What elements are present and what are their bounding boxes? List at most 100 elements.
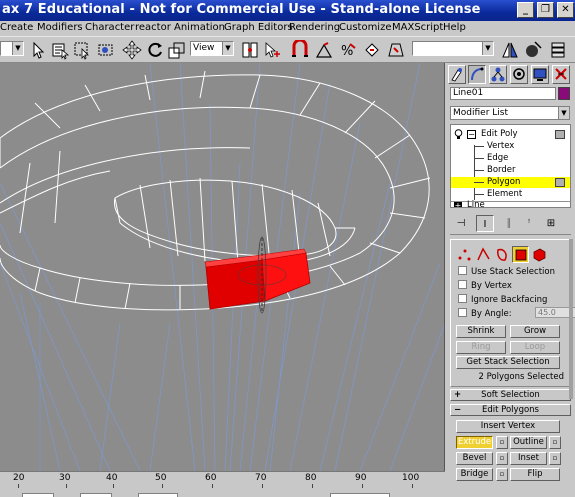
- rectangular-selection-icon[interactable]: [72, 40, 92, 60]
- stack-item-edit-poly[interactable]: − Edit Poly: [451, 129, 570, 140]
- panel-scrollbar[interactable]: [569, 239, 573, 399]
- ruler-tick: [412, 484, 413, 488]
- inset-button[interactable]: Inset: [510, 452, 547, 465]
- insert-vertex-button[interactable]: Insert Vertex: [456, 420, 560, 433]
- polygon-mode-icon[interactable]: [512, 246, 529, 263]
- mirror-icon[interactable]: [500, 40, 520, 60]
- angle-snap-icon[interactable]: [314, 40, 334, 60]
- loop-button[interactable]: Loop: [510, 341, 560, 354]
- window-crossing-icon[interactable]: [96, 40, 116, 60]
- 3dsmax-window: ax 7 Educational - Not for Commercial Us…: [0, 0, 575, 497]
- reference-coordinate-dropdown[interactable]: View ▼: [190, 41, 234, 56]
- stack-item-polygon[interactable]: Polygon: [451, 177, 570, 188]
- bridge-button[interactable]: Bridge: [456, 468, 493, 481]
- motion-tab-icon[interactable]: [510, 65, 528, 84]
- percent-snap-icon[interactable]: %: [338, 40, 358, 60]
- select-manipulate-icon[interactable]: [262, 40, 282, 60]
- menu-graph-editors[interactable]: Graph Editors: [224, 22, 293, 33]
- element-mode-icon[interactable]: [531, 246, 548, 263]
- menu-help[interactable]: Help: [443, 22, 466, 33]
- select-by-name-icon[interactable]: [50, 40, 70, 60]
- y-coordinate-field[interactable]: [80, 493, 112, 497]
- selected-polygons[interactable]: [204, 248, 311, 310]
- extrude-button[interactable]: Extrude: [456, 436, 493, 449]
- stack-item-element[interactable]: Element: [451, 189, 570, 200]
- ring-button[interactable]: Ring: [456, 341, 506, 354]
- outline-settings-icon[interactable]: ▫: [549, 436, 561, 449]
- object-color-swatch[interactable]: [558, 87, 570, 100]
- by-vertex-checkbox[interactable]: By Vertex: [458, 280, 512, 291]
- show-end-result-icon[interactable]: I: [476, 215, 494, 232]
- edit-named-selections-icon[interactable]: [386, 40, 406, 60]
- subobject-toggle-icon[interactable]: [555, 178, 565, 187]
- bevel-settings-icon[interactable]: ▫: [496, 452, 508, 465]
- by-angle-checkbox[interactable]: By Angle:: [458, 308, 512, 319]
- menu-customize[interactable]: Customize: [339, 22, 392, 33]
- modifier-toggle-icon[interactable]: [555, 130, 565, 139]
- snap-toggle-icon[interactable]: [290, 38, 310, 60]
- remove-modifier-icon[interactable]: ꜝ: [520, 215, 538, 232]
- menu-create[interactable]: Create: [0, 22, 33, 33]
- grow-button[interactable]: Grow: [510, 325, 560, 338]
- get-stack-selection-button[interactable]: Get Stack Selection: [456, 356, 560, 369]
- inset-settings-icon[interactable]: ▫: [549, 452, 561, 465]
- extrude-settings-icon[interactable]: ▫: [496, 436, 508, 449]
- selection-filter-field[interactable]: [330, 493, 390, 497]
- stack-item-line[interactable]: + Line: [451, 200, 570, 207]
- hierarchy-tab-icon[interactable]: [489, 65, 507, 84]
- menu-character[interactable]: Character: [85, 22, 134, 33]
- object-name-field[interactable]: Line01: [450, 87, 556, 100]
- close-button[interactable]: ✕: [557, 2, 574, 18]
- z-coordinate-field[interactable]: [138, 493, 178, 497]
- flip-button[interactable]: Flip: [510, 468, 560, 481]
- spinner-snap-icon[interactable]: [362, 40, 382, 60]
- ignore-backfacing-checkbox[interactable]: Ignore Backfacing: [458, 294, 547, 305]
- checkbox-box[interactable]: [458, 266, 467, 275]
- stack-item-border[interactable]: Border: [451, 165, 570, 176]
- use-stack-selection-checkbox[interactable]: Use Stack Selection: [458, 266, 555, 277]
- configure-sets-icon[interactable]: ⊞: [542, 215, 560, 232]
- collapse-icon[interactable]: −: [467, 130, 476, 139]
- stack-item-edge[interactable]: Edge: [451, 153, 570, 164]
- align-icon[interactable]: [523, 40, 543, 60]
- named-selection-sets-dropdown[interactable]: ▼: [412, 41, 494, 56]
- perspective-viewport[interactable]: [0, 63, 445, 471]
- menu-maxscript[interactable]: MAXScript: [392, 22, 443, 33]
- modify-tab-icon[interactable]: [468, 65, 486, 84]
- x-coordinate-field[interactable]: [22, 493, 54, 497]
- move-icon[interactable]: [122, 40, 142, 60]
- soft-selection-rollout-header[interactable]: + Soft Selection: [450, 389, 571, 401]
- layer-manager-icon[interactable]: [548, 40, 568, 60]
- display-tab-icon[interactable]: [531, 65, 549, 84]
- selection-filter-dropdown[interactable]: ▼: [0, 41, 24, 56]
- bridge-settings-icon[interactable]: ▫: [496, 468, 508, 481]
- outline-button[interactable]: Outline: [510, 436, 547, 449]
- bevel-button[interactable]: Bevel: [456, 452, 493, 465]
- pin-stack-icon[interactable]: ⊣: [452, 215, 470, 232]
- shrink-button[interactable]: Shrink: [456, 325, 506, 338]
- utilities-tab-icon[interactable]: [552, 65, 570, 84]
- checkbox-box[interactable]: [458, 308, 467, 317]
- menu-animation[interactable]: Animation: [174, 22, 225, 33]
- create-tab-icon[interactable]: [448, 65, 466, 84]
- stack-item-vertex[interactable]: Vertex: [451, 141, 570, 152]
- border-mode-icon[interactable]: [494, 246, 511, 263]
- checkbox-box[interactable]: [458, 294, 467, 303]
- scale-icon[interactable]: [167, 40, 187, 60]
- pivot-center-icon[interactable]: [240, 40, 260, 60]
- rotate-icon[interactable]: [145, 40, 165, 60]
- modifier-list-dropdown[interactable]: Modifier List ▼: [450, 106, 570, 120]
- menu-rendering[interactable]: Rendering: [289, 22, 340, 33]
- edit-polygons-rollout-header[interactable]: − Edit Polygons: [450, 404, 571, 416]
- make-unique-icon[interactable]: ∥: [500, 215, 518, 232]
- vertex-mode-icon[interactable]: [456, 246, 473, 263]
- ruler-label: 50: [155, 473, 167, 483]
- menu-reactor[interactable]: reactor: [135, 22, 171, 33]
- edge-mode-icon[interactable]: [475, 246, 492, 263]
- expand-icon[interactable]: +: [454, 202, 462, 207]
- restore-button[interactable]: ❐: [537, 2, 554, 18]
- checkbox-box[interactable]: [458, 280, 467, 289]
- select-object-icon[interactable]: [28, 40, 48, 60]
- menu-modifiers[interactable]: Modifiers: [37, 22, 83, 33]
- minimize-button[interactable]: _: [517, 2, 534, 18]
